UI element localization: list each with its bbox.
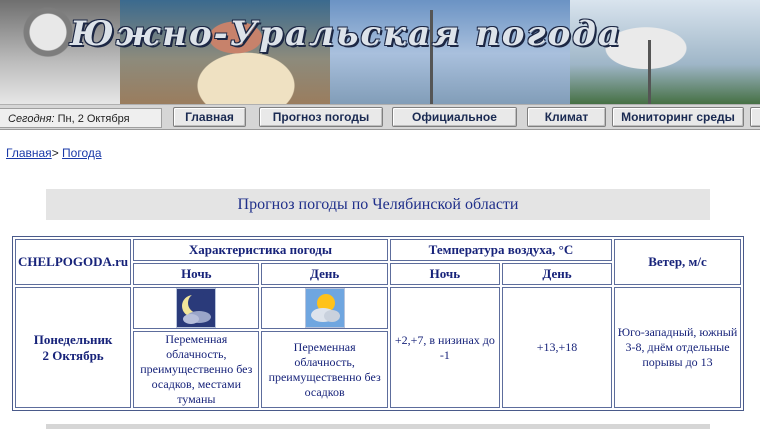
nav-forecast[interactable]: Прогноз погоды (259, 107, 383, 127)
temp-night-value: +2,+7, в низинах до -1 (389, 287, 500, 408)
today-date: Сегодня: Пн, 2 Октября (0, 108, 162, 128)
source-header: CHELPOGODA.ru (15, 239, 132, 285)
day-description: Переменная облачность, преимущественно б… (261, 331, 388, 408)
characteristics-header: Характеристика погоды (133, 239, 388, 261)
breadcrumb-separator: > (51, 146, 59, 160)
site-title: Южно-Уральская погода (70, 14, 622, 54)
temp-day-value: +13,+18 (501, 287, 613, 408)
nav-home[interactable]: Главная (173, 107, 246, 127)
night-description: Переменная облачность, преимущественно б… (133, 331, 260, 408)
header-banner: Южно-Уральская погода (0, 0, 760, 107)
footer-band (46, 424, 710, 429)
nav-climate[interactable]: Климат (527, 107, 606, 127)
wind-header: Ветер, м/с (614, 239, 741, 285)
breadcrumb: Главная> Погода (6, 146, 102, 160)
forecast-day-cell: Понедельник 2 Октябрь (15, 287, 132, 408)
day-name: Понедельник (33, 331, 113, 347)
forecast-table: CHELPOGODA.ru Характеристика погоды Темп… (12, 236, 744, 411)
temperature-header: Температура воздуха, °С (389, 239, 613, 261)
night-icon-cell (133, 287, 260, 329)
page-title: Прогноз погоды по Челябинской области (237, 196, 519, 213)
char-day-header: День (261, 263, 388, 285)
wind-value: Юго-западный, южный 3-8, днём отдельные … (614, 287, 741, 408)
nav-environment-monitoring[interactable]: Мониторинг среды (612, 107, 744, 127)
temp-night-header: Ночь (389, 263, 500, 285)
moon-cloud-icon (176, 288, 217, 328)
temp-day-header: День (501, 263, 613, 285)
breadcrumb-weather-link[interactable]: Погода (62, 146, 102, 160)
nav-more-edge[interactable] (750, 107, 760, 127)
day-icon-cell (261, 287, 388, 329)
nav-bar: Сегодня: Пн, 2 Октября Главная Прогноз п… (0, 104, 760, 130)
page-title-band: Прогноз погоды по Челябинской области (46, 189, 710, 220)
day-date: 2 Октябрь (42, 347, 104, 363)
breadcrumb-home-link[interactable]: Главная (6, 146, 52, 160)
nav-official[interactable]: Официальное (392, 107, 517, 127)
sun-cloud-icon (304, 288, 345, 328)
char-night-header: Ночь (133, 263, 260, 285)
